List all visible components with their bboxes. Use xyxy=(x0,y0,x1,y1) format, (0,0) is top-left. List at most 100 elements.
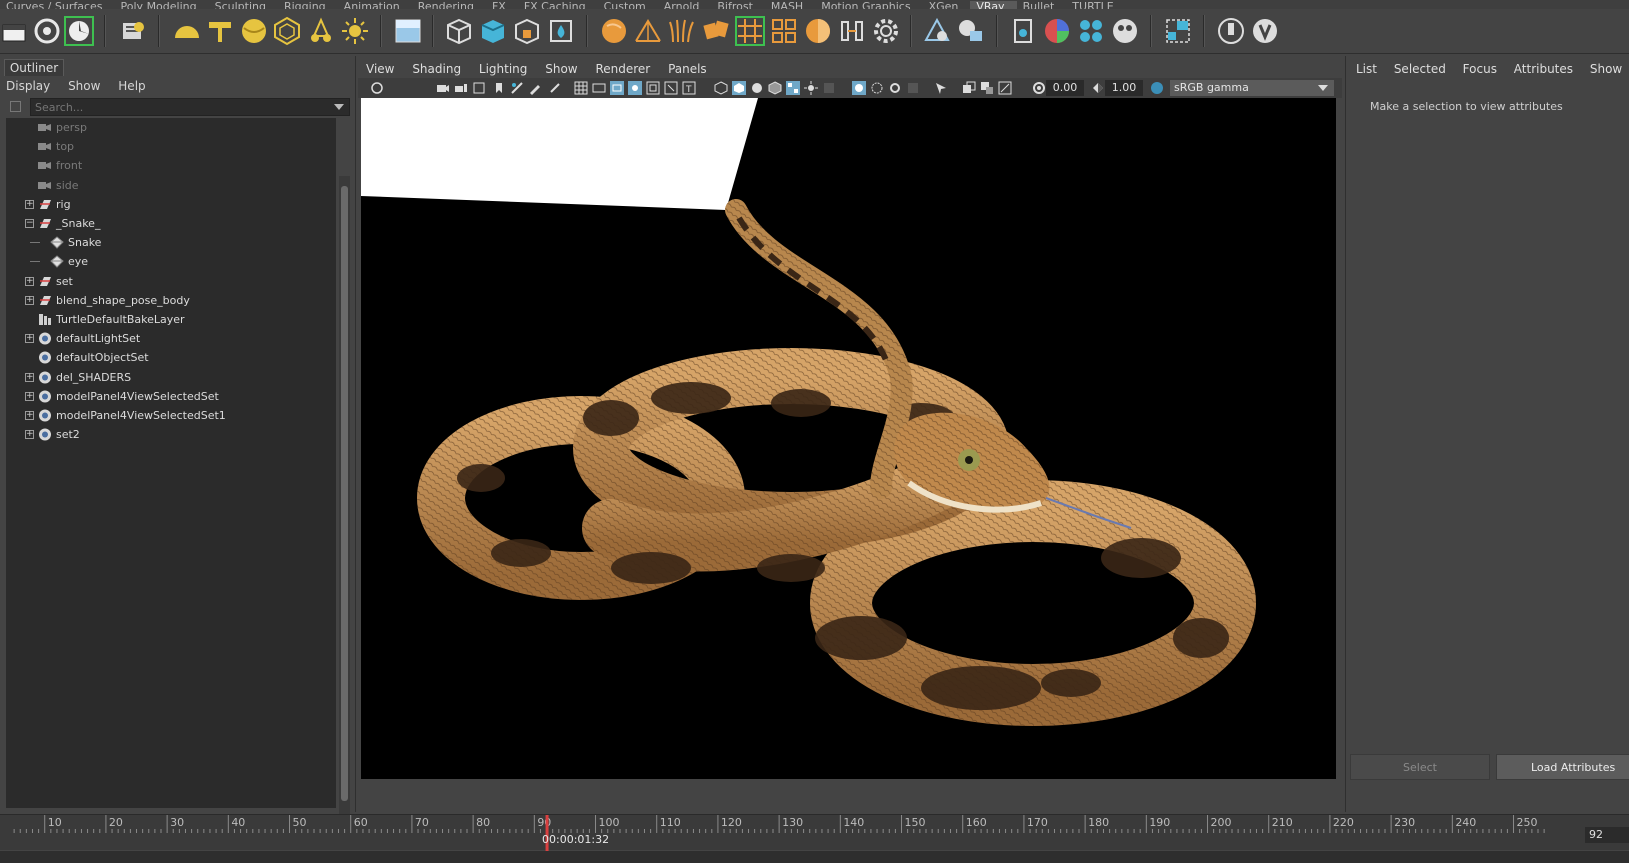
xray-components-icon[interactable] xyxy=(906,81,920,95)
use-all-lights-icon[interactable] xyxy=(804,81,818,95)
color-picker-icon[interactable] xyxy=(1042,16,1072,46)
film-gate-icon[interactable] xyxy=(592,81,606,95)
vray-shape-icon[interactable] xyxy=(922,16,952,46)
resolution-gate-icon[interactable] xyxy=(610,81,624,95)
expand-icon[interactable]: + xyxy=(25,295,34,305)
current-frame-field[interactable]: 92 xyxy=(1585,827,1629,843)
light-lister-icon[interactable] xyxy=(393,16,423,46)
expand-icon[interactable]: + xyxy=(25,391,34,401)
outliner-item[interactable]: top xyxy=(6,137,336,156)
shelf-tab[interactable]: Custom xyxy=(598,1,658,10)
outliner-item[interactable]: persp xyxy=(6,118,336,137)
attr-menu-show[interactable]: Show xyxy=(1590,62,1622,76)
outliner-item[interactable]: + modelPanel4ViewSelectedSet1 xyxy=(6,406,336,425)
outliner-item[interactable]: + set xyxy=(6,272,336,291)
outliner-item[interactable]: side xyxy=(6,176,336,195)
shelf-tab[interactable]: Bullet xyxy=(1017,1,1067,10)
attr-menu-focus[interactable]: Focus xyxy=(1463,62,1497,76)
viewport-menu-panels[interactable]: Panels xyxy=(668,62,707,76)
color-management-icon[interactable] xyxy=(1150,81,1164,95)
chevron-down-icon[interactable] xyxy=(334,104,344,110)
plugin-icon[interactable] xyxy=(1216,16,1246,46)
mesh-light-icon[interactable] xyxy=(272,16,302,46)
expand-icon[interactable]: + xyxy=(25,334,34,344)
gamma-field[interactable]: 1.00 xyxy=(1105,80,1143,96)
outliner-item[interactable]: + rig xyxy=(6,195,336,214)
frame-buffer-icon[interactable] xyxy=(118,16,148,46)
shelf-tab[interactable]: Curves / Surfaces xyxy=(0,1,115,10)
toon-material-icon[interactable] xyxy=(803,16,833,46)
outliner-item[interactable]: + modelPanel4ViewSelectedSet xyxy=(6,387,336,406)
shelf-tab[interactable]: XGen xyxy=(923,1,971,10)
outliner-vertical-scrollbar[interactable] xyxy=(339,176,350,816)
outliner-menu-show[interactable]: Show xyxy=(68,79,100,93)
multi-tile-icon[interactable] xyxy=(769,16,799,46)
shelf-tab[interactable]: FX xyxy=(486,1,518,10)
shelf-tab[interactable]: FX Caching xyxy=(518,1,598,10)
rect-light-icon[interactable] xyxy=(205,16,235,46)
shadows-icon[interactable] xyxy=(822,81,836,95)
gate-mask-icon[interactable] xyxy=(628,81,642,95)
time-ruler[interactable]: 10 20 30 40 50 60 70 80 90 100 110 120 130 140 150 160 1… xyxy=(0,815,1578,851)
shelf-tab[interactable]: Sculpting xyxy=(209,1,278,10)
camera-attributes-icon[interactable] xyxy=(370,81,384,95)
region-render-icon[interactable] xyxy=(1163,16,1193,46)
exposure-icon[interactable] xyxy=(1032,81,1046,95)
outliner-item[interactable]: − _Snake_ xyxy=(6,214,336,233)
filter-icon[interactable] xyxy=(10,101,21,112)
attr-menu-selected[interactable]: Selected xyxy=(1394,62,1446,76)
outliner-item[interactable]: + blend_shape_pose_body xyxy=(6,291,336,310)
expand-icon[interactable]: + xyxy=(25,430,34,440)
ies-light-icon[interactable] xyxy=(306,16,336,46)
vray-logo-icon[interactable] xyxy=(1110,16,1140,46)
expand-icon[interactable]: + xyxy=(25,372,34,382)
textured-icon[interactable] xyxy=(786,81,800,95)
displacement-icon[interactable] xyxy=(633,16,663,46)
expand-icon[interactable]: + xyxy=(25,276,34,286)
shelf-tab[interactable]: Arnold xyxy=(658,1,712,10)
viewport-menu-view[interactable]: View xyxy=(366,62,394,76)
camera-lock-icon[interactable] xyxy=(454,81,468,95)
outliner-menu-help[interactable]: Help xyxy=(118,79,145,93)
outliner-item[interactable]: front xyxy=(6,156,336,175)
sphere-light-icon[interactable] xyxy=(239,16,269,46)
exposure-field[interactable]: 0.00 xyxy=(1046,80,1084,96)
wireframe-on-shaded-icon[interactable] xyxy=(768,81,782,95)
render-view-icon[interactable] xyxy=(0,16,30,46)
shelf-tab[interactable]: VRay xyxy=(970,1,1017,9)
gamma-icon[interactable] xyxy=(1091,81,1105,95)
fur-icon[interactable] xyxy=(667,16,697,46)
default-material-icon[interactable] xyxy=(750,81,764,95)
vray-v-icon[interactable] xyxy=(1250,16,1280,46)
shelf-tab[interactable]: TURTLE xyxy=(1066,1,1125,10)
vray-settings-gear-icon[interactable] xyxy=(871,16,901,46)
attr-menu-attributes[interactable]: Attributes xyxy=(1514,62,1573,76)
bookmark-icon[interactable] xyxy=(472,81,486,95)
outliner-item[interactable]: + set2 xyxy=(6,425,336,444)
shelf-tab[interactable]: Rendering xyxy=(412,1,486,10)
3d-viewport[interactable] xyxy=(361,98,1336,779)
texture-nodes-icon[interactable] xyxy=(1076,16,1106,46)
image-plane-icon[interactable] xyxy=(492,81,506,95)
outliner-item[interactable]: + del_SHADERS xyxy=(6,368,336,387)
outliner-item[interactable]: defaultObjectSet xyxy=(6,348,336,367)
collapse-icon[interactable]: − xyxy=(25,219,34,228)
smooth-shade-icon[interactable] xyxy=(732,81,746,95)
load-attributes-button[interactable]: Load Attributes xyxy=(1496,754,1629,780)
outliner-item[interactable]: TurtleDefaultBakeLayer xyxy=(6,310,336,329)
outliner-menu-display[interactable]: Display xyxy=(6,79,50,93)
proxy-import-icon[interactable] xyxy=(478,16,508,46)
outliner-item[interactable]: Snake xyxy=(6,233,336,252)
time-slider[interactable]: 10 20 30 40 50 60 70 80 90 100 110 120 130 140 150 160 1… xyxy=(0,814,1629,851)
viewport-menu-show[interactable]: Show xyxy=(545,62,577,76)
outliner-tab[interactable]: Outliner xyxy=(4,59,64,76)
multisample-icon[interactable] xyxy=(962,81,976,95)
outliner-item[interactable]: eye xyxy=(6,252,336,271)
proxy-create-icon[interactable] xyxy=(444,16,474,46)
viewport-menu-lighting[interactable]: Lighting xyxy=(479,62,528,76)
xray-joints-icon[interactable] xyxy=(888,81,902,95)
shelf-tab[interactable]: Animation xyxy=(338,1,412,10)
select-button[interactable]: Select xyxy=(1350,754,1490,780)
dome-light-icon[interactable] xyxy=(172,16,202,46)
safe-title-icon[interactable]: T xyxy=(682,81,696,95)
